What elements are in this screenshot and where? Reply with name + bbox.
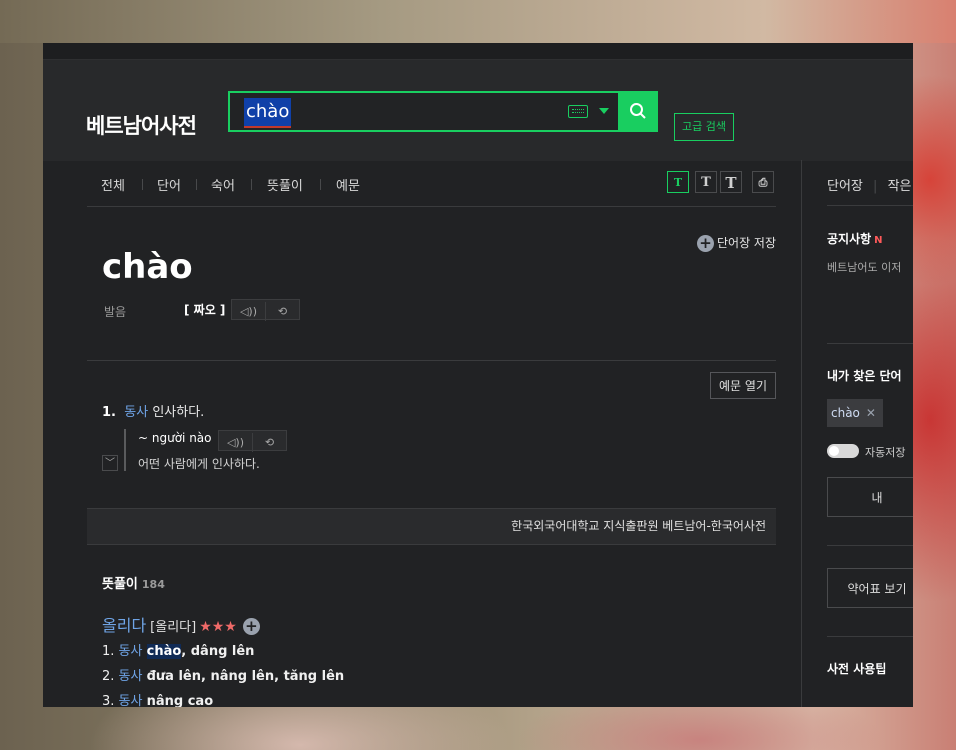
source-credit: 한국외국어대학교 지식출판원 베트남어-한국어사전 bbox=[87, 508, 776, 545]
tips-title[interactable]: 사전 사용팁 bbox=[827, 660, 886, 677]
font-size-small-button[interactable]: T bbox=[667, 171, 689, 193]
definition-keyword: 올리다 [올리다] ★★★ + bbox=[102, 612, 263, 636]
divider bbox=[251, 179, 252, 190]
plus-icon[interactable]: + bbox=[242, 618, 260, 635]
example-audio-controls: ◁)) ⟲ bbox=[218, 430, 287, 452]
pronunciation: [ 짜오 ] bbox=[184, 303, 226, 317]
definition-line: 3. 동사 nâng cao bbox=[102, 694, 214, 707]
logo[interactable]: 베트남어사전 bbox=[86, 110, 197, 140]
divider bbox=[827, 205, 913, 206]
save-label: 단어장 저장 bbox=[716, 236, 776, 250]
definitions-title: 뜻풀이 184 bbox=[102, 577, 165, 592]
search-box[interactable]: chào bbox=[228, 91, 620, 132]
divider bbox=[827, 343, 913, 344]
example-bar bbox=[124, 429, 126, 471]
print-icon[interactable]: ⎙ bbox=[752, 171, 774, 193]
chevron-down-icon[interactable] bbox=[599, 108, 609, 114]
new-badge: N bbox=[874, 235, 883, 246]
plus-icon: + bbox=[696, 235, 714, 252]
close-icon[interactable]: ✕ bbox=[866, 406, 876, 420]
definitions-count: 184 bbox=[141, 578, 165, 591]
divider bbox=[320, 179, 321, 190]
top-strip bbox=[43, 43, 913, 60]
audio-controls: ◁)) ⟲ bbox=[231, 299, 300, 321]
speaker-icon[interactable]: ◁)) bbox=[232, 302, 265, 321]
example-korean: 어떤 사람에게 인사하다. bbox=[138, 457, 260, 471]
definition-line: 2. 동사 đưa lên, nâng lên, tăng lên bbox=[102, 669, 345, 684]
part-of-speech: 동사 bbox=[124, 405, 149, 420]
history-title: 내가 찾은 단어 bbox=[827, 369, 902, 383]
headword: chào bbox=[102, 247, 193, 287]
divider bbox=[827, 545, 913, 546]
example-vietnamese: ~ người nào bbox=[138, 431, 212, 445]
tab-meaning[interactable]: 뜻풀이 bbox=[267, 175, 303, 194]
meaning-text: 인사하다. bbox=[152, 405, 205, 420]
entry-header: chào + 단어장 저장 발음 [ 짜오 ] ◁)) ⟲ bbox=[87, 207, 776, 361]
meaning-section: 예문 열기 1. 동사 인사하다. ~ người nào ◁)) ⟲ ﹀ 어떤 … bbox=[87, 361, 776, 508]
search-input[interactable]: chào bbox=[244, 98, 292, 128]
tab-small[interactable]: 작은 bbox=[888, 179, 912, 194]
open-examples-button[interactable]: 예문 열기 bbox=[710, 372, 776, 399]
repeat-icon[interactable]: ⟲ bbox=[265, 302, 299, 321]
tab-idiom[interactable]: 숙어 bbox=[211, 175, 235, 194]
divider bbox=[196, 179, 197, 190]
keyword-original: [올리다] bbox=[150, 620, 197, 635]
notice-text[interactable]: 베트남어도 이저 bbox=[827, 259, 901, 275]
chevron-down-icon[interactable]: ﹀ bbox=[102, 455, 118, 471]
search-tabs: 전체 단어 숙어 뜻풀이 예문 T T T ⎙ bbox=[87, 160, 776, 207]
font-size-medium-button[interactable]: T bbox=[695, 171, 717, 193]
tab-example[interactable]: 예문 bbox=[336, 175, 360, 194]
dictionary-window: 베트남어사전 chào 고급 검색 전체 단어 숙어 뜻풀이 예문 T T T … bbox=[43, 43, 913, 707]
tab-all[interactable]: 전체 bbox=[101, 175, 125, 194]
search-icon bbox=[630, 103, 646, 119]
history-chip[interactable]: chào ✕ bbox=[827, 399, 883, 427]
meaning-number: 1. bbox=[102, 405, 116, 420]
meaning-line: 1. 동사 인사하다. bbox=[102, 401, 204, 420]
tab-word[interactable]: 단어 bbox=[157, 175, 181, 194]
keyword-link[interactable]: 올리다 bbox=[102, 616, 146, 635]
main-content: 전체 단어 숙어 뜻풀이 예문 T T T ⎙ chào + 단어장 저장 발음 … bbox=[87, 160, 776, 707]
keyboard-icon[interactable] bbox=[568, 105, 588, 118]
search-button[interactable] bbox=[618, 91, 658, 132]
save-to-wordbook-button[interactable]: + 단어장 저장 bbox=[696, 234, 776, 252]
tab-wordbook[interactable]: 단어장 bbox=[827, 179, 863, 194]
autosave-toggle[interactable] bbox=[827, 444, 859, 458]
sidebar-tabs: 단어장 | 작은 bbox=[827, 179, 912, 194]
definitions-section: 뜻풀이 184 올리다 [올리다] ★★★ + 1. 동사 chào, dâng lên… bbox=[87, 545, 776, 707]
sidebar: 단어장 | 작은 공지사항 N 베트남어도 이저 내가 찾은 단어 chào ✕ 자… bbox=[801, 160, 913, 707]
importance-stars: ★★★ bbox=[199, 619, 237, 635]
pronunciation-label: 발음 bbox=[104, 305, 127, 319]
definition-line: 1. 동사 chào, dâng lên bbox=[102, 644, 255, 659]
abbreviation-button[interactable]: 약어표 보기 bbox=[827, 568, 913, 608]
autosave-label: 자동저장 bbox=[865, 446, 906, 459]
divider bbox=[827, 636, 913, 637]
header: 베트남어사전 chào 고급 검색 bbox=[43, 60, 913, 161]
speaker-icon[interactable]: ◁)) bbox=[219, 433, 252, 452]
repeat-icon[interactable]: ⟲ bbox=[252, 433, 286, 452]
font-size-large-button[interactable]: T bbox=[720, 171, 742, 193]
advanced-search-button[interactable]: 고급 검색 bbox=[674, 113, 734, 141]
divider bbox=[142, 179, 143, 190]
notice-title[interactable]: 공지사항 N bbox=[827, 230, 883, 247]
history-more-button[interactable]: 내 bbox=[827, 477, 913, 517]
